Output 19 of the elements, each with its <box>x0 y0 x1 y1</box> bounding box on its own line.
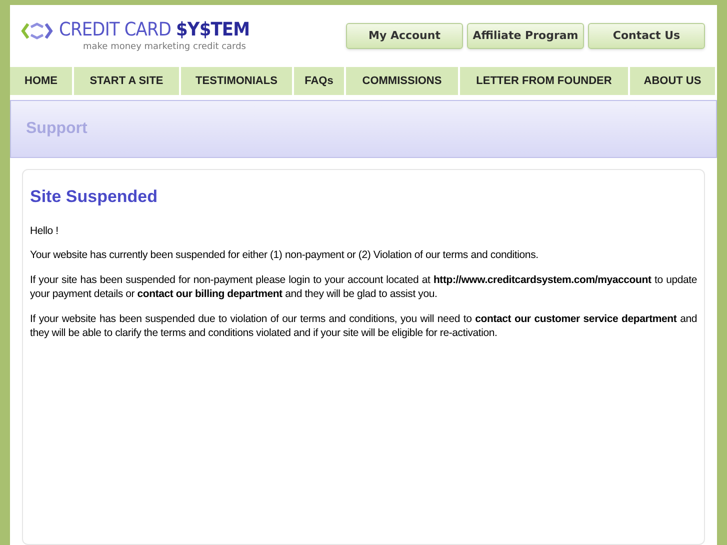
paragraph: Hello ! <box>30 224 60 238</box>
page-heading: Site Suspended <box>30 186 159 208</box>
nav-link[interactable]: TESTIMONIALS <box>181 67 294 95</box>
nav-link[interactable]: FAQs <box>294 67 346 95</box>
logo-icon <box>21 20 53 40</box>
nav-link[interactable]: ABOUT US <box>630 67 717 95</box>
paragraph: If your site has been suspended for non-payment please login to your account located at http://www.creditcardsystem.com/myaccount to update your payment details or contact our billing department and they will be glad to assist you. <box>30 272 697 302</box>
logo-tagline: make money marketing credit cards <box>83 42 247 52</box>
nav-link[interactable]: HOME <box>10 67 74 95</box>
nav-link[interactable]: LETTER FROM FOUNDER <box>460 67 630 95</box>
header-button[interactable]: Contact Us <box>588 23 705 49</box>
paragraph: If your website has been suspended due to violation of our terms and conditions, you will need to contact our customer service department and they will be able to clarify the terms and conditions violated and if your site will be eligible for re-activation. <box>30 312 697 340</box>
header-button[interactable]: Affiliate Program <box>467 23 584 49</box>
logo-text: CREDIT CARD $Y$TEM <box>59 21 250 40</box>
paragraph: Your website has currently been suspended for either (1) non-payment or (2) Violation of our terms and conditions. <box>30 248 540 262</box>
header-button[interactable]: My Account <box>346 23 463 49</box>
banner-title: Support <box>26 119 88 139</box>
nav-link[interactable]: COMMISSIONS <box>346 67 460 95</box>
nav-link[interactable]: START A SITE <box>74 67 181 95</box>
